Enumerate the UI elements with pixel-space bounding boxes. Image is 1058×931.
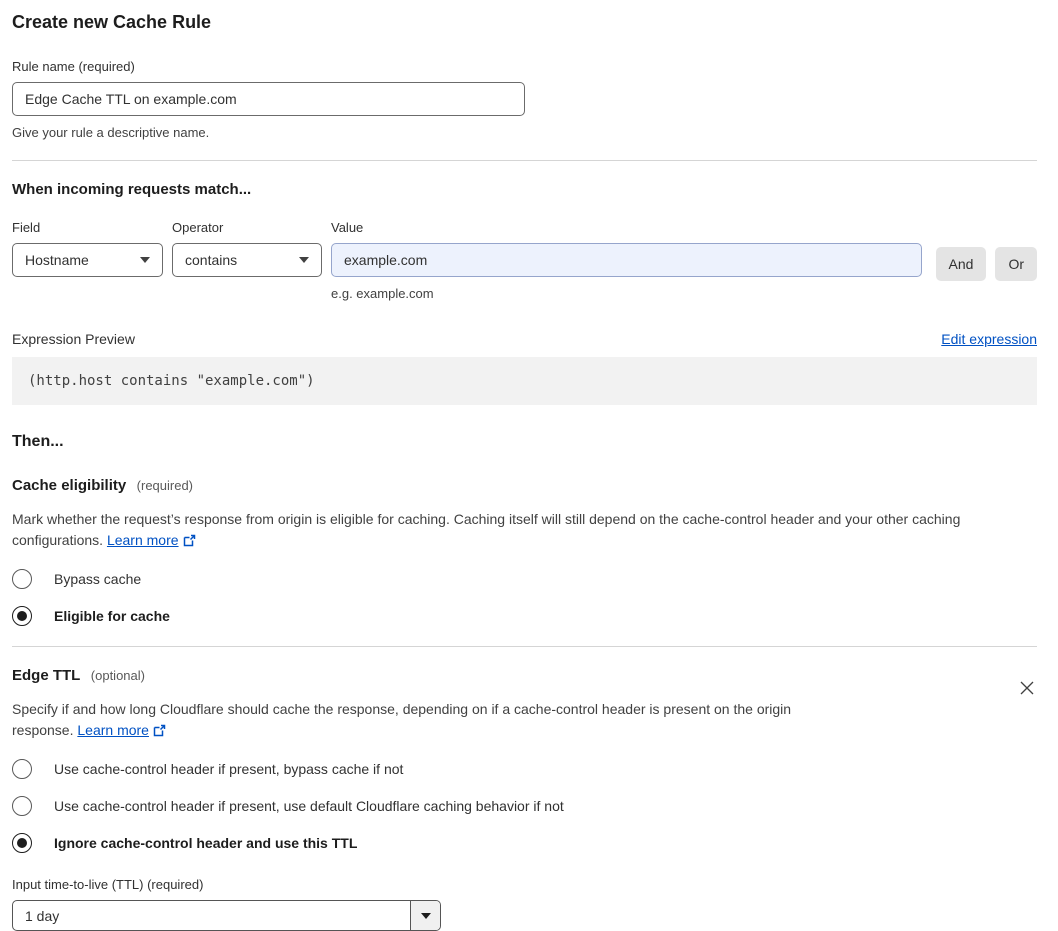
edge-ttl-header: Edge TTL (optional) xyxy=(12,667,1037,685)
radio-option-eligible-for-cache[interactable]: Eligible for cache xyxy=(12,606,1037,626)
expression-code: (http.host contains "example.com") xyxy=(12,357,1037,405)
operator-dropdown-value: contains xyxy=(185,252,238,268)
value-hint: e.g. example.com xyxy=(331,286,434,301)
edit-expression-link[interactable]: Edit expression xyxy=(941,331,1037,347)
cache-eligibility-description: Mark whether the request’s response from… xyxy=(12,509,1037,551)
chevron-down-icon xyxy=(299,257,309,263)
divider xyxy=(12,646,1037,647)
radio-icon xyxy=(12,759,32,779)
ttl-select-value: 1 day xyxy=(25,907,60,924)
match-heading: When incoming requests match... xyxy=(12,181,252,198)
page-title: Create new Cache Rule xyxy=(12,12,212,32)
cache-eligibility-title: Cache eligibility xyxy=(12,477,127,494)
cache-eligibility-header: Cache eligibility (required) xyxy=(12,477,1037,495)
radio-icon xyxy=(12,833,32,853)
radio-option-ignore-header-use-ttl[interactable]: Ignore cache-control header and use this… xyxy=(12,833,1037,853)
match-section: When incoming requests match... Field Ho… xyxy=(12,181,1037,301)
operator-column: Operator contains xyxy=(172,220,322,277)
edge-ttl-section: Edge TTL (optional) Specify if and how l… xyxy=(12,667,1037,931)
value-label: Value xyxy=(331,220,364,235)
divider xyxy=(12,160,1037,161)
match-row: Field Hostname Operator contains Value e… xyxy=(12,220,1037,301)
operator-dropdown[interactable]: contains xyxy=(172,243,322,277)
radio-icon xyxy=(12,606,32,626)
radio-icon xyxy=(12,569,32,589)
learn-more-link[interactable]: Learn more xyxy=(107,532,179,548)
radio-label: Bypass cache xyxy=(54,571,142,587)
radio-icon xyxy=(12,796,32,816)
then-heading: Then... xyxy=(12,433,64,450)
value-input[interactable] xyxy=(331,243,922,277)
edge-ttl-title: Edge TTL xyxy=(12,667,81,684)
rule-name-input[interactable] xyxy=(12,82,525,116)
chevron-down-icon xyxy=(140,257,150,263)
and-button[interactable]: And xyxy=(935,247,987,281)
andor-buttons: And Or xyxy=(935,220,1037,281)
required-badge: (required) xyxy=(136,478,194,493)
create-cache-rule-form: Create new Cache Rule Rule name (require… xyxy=(0,0,1058,931)
radio-option-use-header-bypass[interactable]: Use cache-control header if present, byp… xyxy=(12,759,1037,779)
rule-name-section: Rule name (required) Give your rule a de… xyxy=(12,59,1037,140)
cache-eligibility-options: Bypass cache Eligible for cache xyxy=(12,569,1037,626)
expression-header: Expression Preview Edit expression xyxy=(12,331,1037,347)
rule-name-help: Give your rule a descriptive name. xyxy=(12,125,210,140)
field-dropdown-value: Hostname xyxy=(25,252,89,268)
ttl-field: Input time-to-live (TTL) (required) 1 da… xyxy=(12,877,1037,931)
edge-ttl-options: Use cache-control header if present, byp… xyxy=(12,759,1037,853)
field-dropdown[interactable]: Hostname xyxy=(12,243,163,277)
chevron-down-icon xyxy=(420,912,431,919)
field-column: Field Hostname xyxy=(12,220,163,277)
ttl-select[interactable]: 1 day xyxy=(12,900,441,931)
close-icon[interactable] xyxy=(1017,679,1037,699)
rule-name-label: Rule name (required) xyxy=(12,59,135,74)
external-link-icon xyxy=(153,724,166,737)
field-label: Field xyxy=(12,220,41,235)
radio-option-use-header-default[interactable]: Use cache-control header if present, use… xyxy=(12,796,1037,816)
or-button[interactable]: Or xyxy=(995,247,1037,281)
ttl-select-arrow-button[interactable] xyxy=(410,901,440,930)
optional-badge: (optional) xyxy=(90,668,145,683)
radio-option-bypass-cache[interactable]: Bypass cache xyxy=(12,569,1037,589)
cache-eligibility-section: Cache eligibility (required) Mark whethe… xyxy=(12,477,1037,626)
ttl-label: Input time-to-live (TTL) (required) xyxy=(12,877,204,892)
expression-preview-label: Expression Preview xyxy=(12,331,135,347)
learn-more-link[interactable]: Learn more xyxy=(77,722,149,738)
expression-section: Expression Preview Edit expression (http… xyxy=(12,331,1037,405)
radio-label: Eligible for cache xyxy=(54,608,170,624)
operator-label: Operator xyxy=(172,220,224,235)
radio-label: Use cache-control header if present, byp… xyxy=(54,761,404,777)
edge-ttl-description: Specify if and how long Cloudflare shoul… xyxy=(12,699,848,741)
radio-label: Use cache-control header if present, use… xyxy=(54,798,564,814)
external-link-icon xyxy=(183,534,195,547)
radio-label: Ignore cache-control header and use this… xyxy=(54,835,358,851)
value-column: Value e.g. example.com xyxy=(331,220,922,301)
